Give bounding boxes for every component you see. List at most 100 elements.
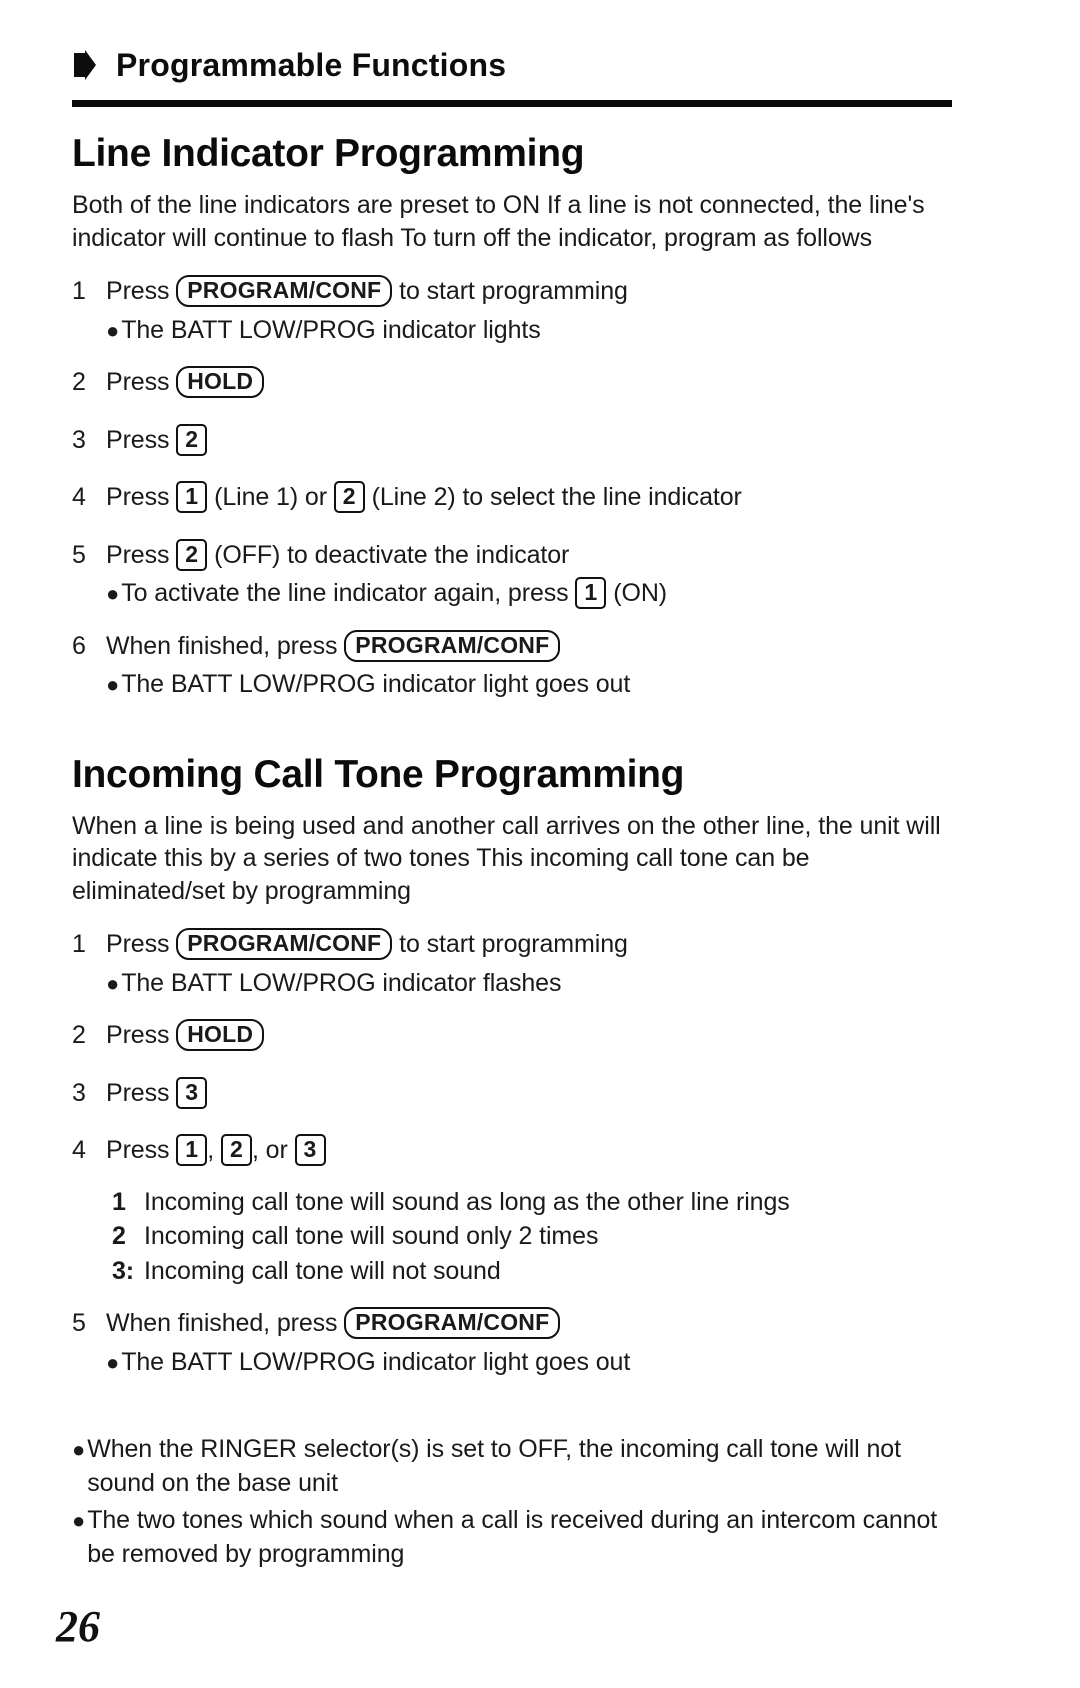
- step-number: 2: [72, 368, 86, 397]
- step-text: (OFF) to deactivate the indicator: [207, 540, 570, 569]
- step-item: 4 Press 1 (Line 1) or 2 (Line 2) to selec…: [72, 480, 952, 516]
- option-text: Incoming call tone will sound as long as…: [144, 1187, 790, 1216]
- option-number: 2: [112, 1222, 126, 1251]
- key-hold-button[interactable]: HOLD: [176, 366, 265, 399]
- step-body: Press 3: [106, 1076, 952, 1112]
- step-spacer: [72, 1058, 952, 1076]
- step-spacer: [72, 1379, 952, 1397]
- step-number: 4: [72, 1136, 86, 1165]
- step-text: Press: [106, 930, 177, 959]
- step-item: 1 Press PROGRAM/CONF to start programming: [72, 927, 952, 963]
- option-text: Incoming call tone will sound only 2 tim…: [144, 1222, 599, 1251]
- step-text: to start programming: [392, 277, 628, 306]
- step-item: 5 When finished, press PROGRAM/CONF: [72, 1306, 952, 1342]
- step-body: Press 1 (Line 1) or 2 (Line 2) to select…: [106, 480, 952, 516]
- step-spacer: [72, 1115, 952, 1133]
- header-rule: [72, 100, 952, 107]
- running-header-title: Programmable Functions: [116, 46, 507, 83]
- step-text: Press: [106, 540, 177, 569]
- step-body: Press HOLD: [106, 365, 952, 401]
- step-bullet: ● The BATT LOW/PROG indicator flashes: [106, 967, 952, 1001]
- note-text: When the RINGER selector(s) is set to OF…: [87, 1435, 901, 1497]
- step-bullet: ● The BATT LOW/PROG indicator light goes …: [106, 1346, 952, 1380]
- manual-section: Line Indicator Programming Both of the li…: [72, 132, 952, 720]
- step-number: 1: [72, 277, 86, 306]
- option-text: Incoming call tone will not sound: [144, 1256, 501, 1285]
- step-bullet-text: The BATT LOW/PROG indicator light goes o…: [121, 670, 631, 699]
- manual-section: Incoming Call Tone Programming When a lin…: [72, 720, 952, 1572]
- step-body: Press HOLD: [106, 1018, 952, 1054]
- step-text: Press: [106, 1078, 177, 1107]
- step-body: Press PROGRAM/CONF to start programming: [106, 927, 952, 963]
- step-text: , or: [251, 1136, 295, 1165]
- step-spacer: [72, 1288, 952, 1306]
- step-text: Press: [106, 368, 177, 397]
- steps-list: 1 Press PROGRAM/CONF to start programming…: [72, 927, 952, 1397]
- key-1-button[interactable]: 1: [176, 481, 208, 514]
- key-hold-button[interactable]: HOLD: [176, 1019, 265, 1052]
- step-item: 2 Press HOLD: [72, 365, 952, 401]
- option-explanation-item: 2 Incoming call tone will sound only 2 ti…: [112, 1219, 952, 1254]
- bullet-dot-icon: ●: [106, 1349, 120, 1375]
- key-program-conf-button[interactable]: PROGRAM/CONF: [176, 928, 393, 961]
- step-spacer: [72, 405, 952, 423]
- step-spacer: [72, 347, 952, 365]
- document-page: Programmable Functions Line Indicator Pr…: [0, 0, 1080, 1688]
- step-text: (ON): [606, 579, 668, 608]
- key-1-button[interactable]: 1: [176, 1134, 208, 1167]
- step-spacer: [72, 702, 952, 720]
- step-number: 6: [72, 631, 86, 660]
- section-intro-paragraph: When a line is being used and another ca…: [72, 811, 941, 905]
- option-number: 1: [112, 1187, 126, 1216]
- step-text: When finished, press: [106, 1309, 345, 1338]
- option-explanation-item: 1 Incoming call tone will sound as long a…: [112, 1185, 952, 1220]
- step-number: 3: [72, 425, 86, 454]
- step-text: To activate the line indicator again, pr…: [121, 579, 576, 608]
- key-program-conf-button[interactable]: PROGRAM/CONF: [344, 629, 561, 662]
- key-1-button[interactable]: 1: [575, 577, 607, 610]
- option-explanation-list: 1 Incoming call tone will sound as long a…: [112, 1185, 952, 1289]
- step-spacer: [72, 611, 952, 629]
- step-body: Press 2: [106, 423, 952, 459]
- key-program-conf-button[interactable]: PROGRAM/CONF: [344, 1307, 561, 1340]
- bullet-dot-icon: ●: [106, 581, 120, 607]
- step-text: Press: [106, 1021, 177, 1050]
- key-2-button[interactable]: 2: [176, 423, 208, 456]
- step-text: Press: [106, 425, 177, 454]
- key-3-button[interactable]: 3: [294, 1134, 326, 1167]
- note-item: ● The two tones which sound when a call i…: [72, 1504, 952, 1571]
- step-text: ,: [207, 1136, 221, 1165]
- step-bullet-text: The BATT LOW/PROG indicator flashes: [121, 968, 562, 997]
- step-text: to start programming: [392, 930, 628, 959]
- step-number: 1: [72, 930, 86, 959]
- step-spacer: [72, 1000, 952, 1018]
- step-item: 2 Press HOLD: [72, 1018, 952, 1054]
- note-text: The two tones which sound when a call is…: [87, 1506, 938, 1568]
- step-number: 5: [72, 540, 86, 569]
- option-number: 3:: [112, 1256, 135, 1285]
- bullet-dot-icon: ●: [106, 672, 120, 698]
- step-item: 6 When finished, press PROGRAM/CONF: [72, 629, 952, 665]
- step-number: 4: [72, 483, 86, 512]
- step-spacer: [72, 462, 952, 480]
- step-text: (Line 1) or: [207, 483, 334, 512]
- key-program-conf-button[interactable]: PROGRAM/CONF: [176, 275, 393, 308]
- section-notes: ● When the RINGER selector(s) is set to O…: [72, 1433, 952, 1571]
- key-3-button[interactable]: 3: [176, 1076, 208, 1109]
- running-header: Programmable Functions: [72, 36, 952, 94]
- step-text: When finished, press: [106, 631, 345, 660]
- key-2-button[interactable]: 2: [176, 538, 208, 571]
- option-explanation-item: 3: Incoming call tone will not sound: [112, 1254, 952, 1289]
- sections-container: Line Indicator Programming Both of the li…: [72, 132, 952, 1572]
- key-2-button[interactable]: 2: [220, 1134, 252, 1167]
- step-spacer: [72, 520, 952, 538]
- key-2-button[interactable]: 2: [333, 481, 365, 514]
- bullet-dot-icon: ●: [106, 970, 120, 996]
- step-number: 5: [72, 1309, 86, 1338]
- step-bullet-text: The BATT LOW/PROG indicator lights: [121, 315, 541, 344]
- step-body: Press 2 (OFF) to deactivate the indicato…: [106, 538, 952, 574]
- step-item: 1 Press PROGRAM/CONF to start programming: [72, 274, 952, 310]
- step-number: 2: [72, 1021, 86, 1050]
- right-arrow-icon: [72, 50, 98, 80]
